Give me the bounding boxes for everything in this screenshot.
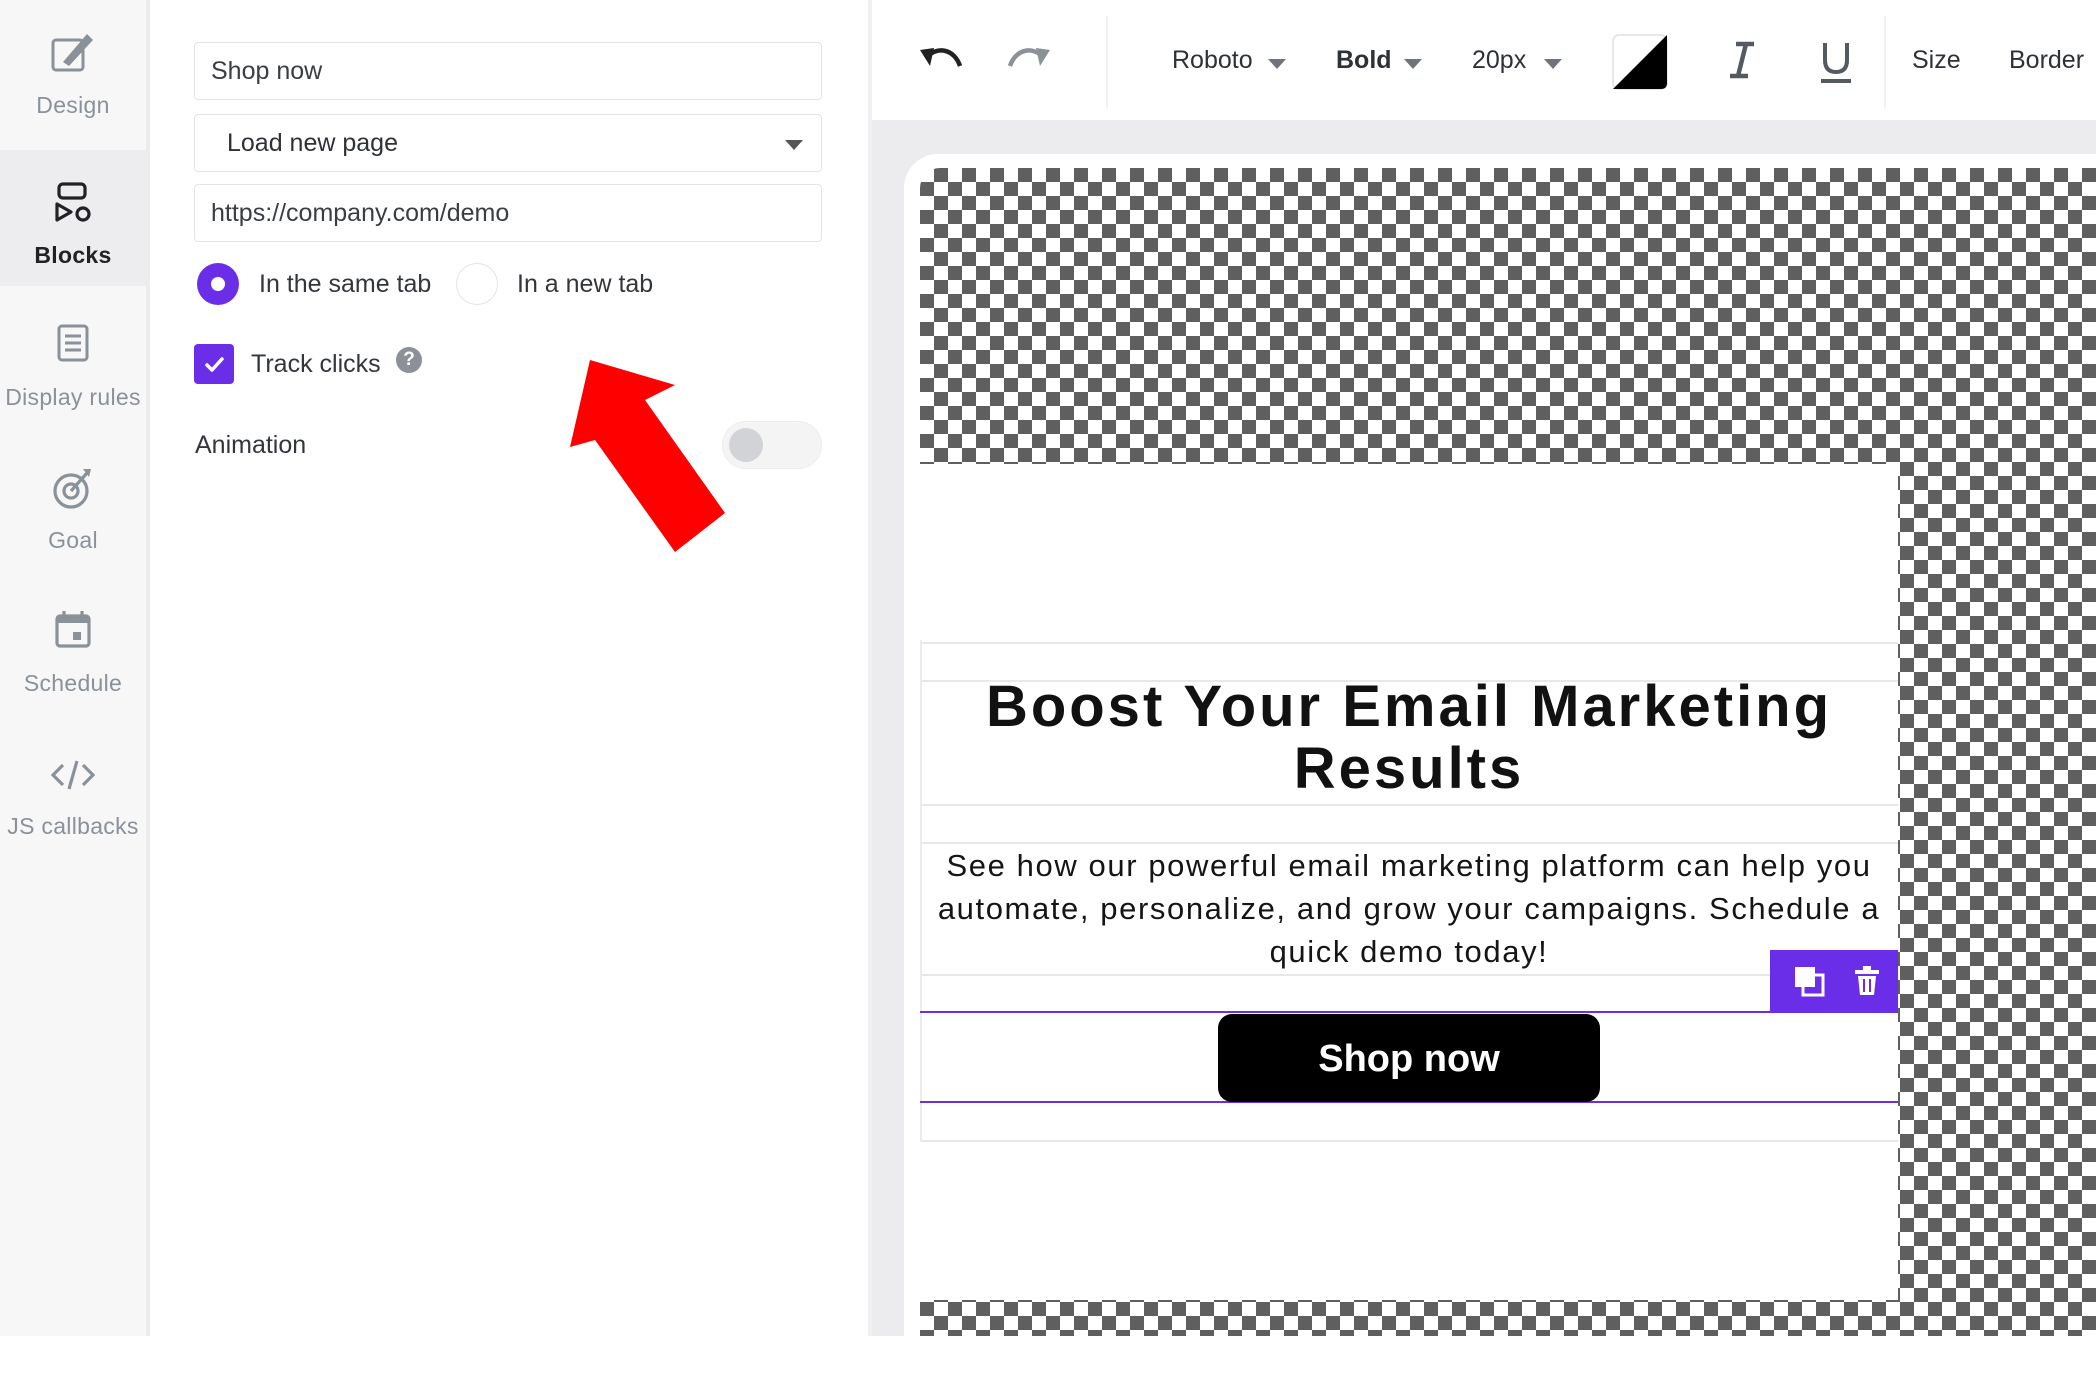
sidebar-item-label: Display rules [5, 384, 141, 410]
chevron-down-icon [1268, 59, 1286, 69]
goal-icon [53, 469, 91, 509]
sidebar-item-label: Schedule [23, 670, 123, 696]
radio-same-tab-label: In the same tab [259, 270, 432, 298]
checkmark-icon [205, 357, 224, 372]
design-icon [51, 34, 93, 72]
help-icon[interactable]: ? [396, 347, 422, 373]
font-size-select[interactable]: 20px [1472, 46, 1526, 75]
schedule-icon [55, 611, 91, 648]
toolbar-separator [1106, 16, 1108, 108]
annotation-arrow-icon [570, 360, 725, 552]
block-divider [920, 1140, 1898, 1142]
chevron-down-icon [785, 140, 803, 150]
radio-same-tab[interactable] [197, 263, 239, 305]
text-color-icon[interactable] [1612, 34, 1668, 90]
selection-outline-top [920, 1011, 1898, 1013]
popup-headline[interactable]: Boost Your Email Marketing Results [920, 676, 1898, 800]
track-clicks-label: Track clicks [251, 350, 381, 378]
toolbar-separator [1884, 16, 1886, 108]
sidebar-item-js-callbacks[interactable]: JS callbacks [0, 721, 146, 857]
popup-body-text[interactable]: See how our powerful email marketing pla… [930, 844, 1888, 973]
size-menu[interactable]: Size [1912, 46, 1961, 75]
sidebar-item-label: Blocks [34, 242, 112, 268]
font-family-select[interactable]: Roboto [1172, 46, 1253, 75]
sidebar-divider [146, 0, 150, 1336]
sidebar-item-schedule[interactable]: Schedule [0, 578, 146, 714]
redo-icon[interactable] [1006, 44, 1052, 74]
sidebar-item-label: Goal [48, 527, 98, 553]
sidebar-item-design[interactable]: Design [0, 0, 146, 136]
radio-new-tab[interactable] [456, 263, 498, 305]
code-icon [50, 760, 96, 790]
chevron-down-icon [1544, 59, 1562, 69]
click-action-value: Load new page [227, 129, 398, 157]
url-input[interactable]: https://company.com/demo [194, 184, 822, 242]
track-clicks-checkbox[interactable] [194, 344, 234, 384]
chevron-down-icon [1404, 59, 1422, 69]
left-sidebar: Design Blocks Display rules Goal Schedul… [0, 0, 146, 1336]
shop-now-button[interactable]: Shop now [1218, 1014, 1600, 1102]
display-rules-icon [57, 324, 89, 362]
sidebar-item-label: Design [36, 92, 110, 118]
click-action-select[interactable]: Load new page [194, 114, 822, 172]
border-menu[interactable]: Border [2009, 46, 2084, 75]
radio-new-tab-label: In a new tab [517, 270, 654, 298]
duplicate-icon[interactable] [1792, 964, 1826, 998]
font-weight-select[interactable]: Bold [1336, 46, 1392, 75]
underline-icon[interactable] [1818, 40, 1854, 84]
blocks-icon [55, 182, 91, 222]
button-text-input[interactable]: Shop now [194, 42, 822, 100]
trash-icon[interactable] [1850, 964, 1884, 998]
block-divider [920, 974, 1898, 976]
sidebar-item-display-rules[interactable]: Display rules [0, 292, 146, 428]
italic-icon[interactable] [1724, 40, 1760, 80]
undo-icon[interactable] [918, 44, 964, 74]
block-divider [920, 642, 1898, 644]
sidebar-item-blocks[interactable]: Blocks [0, 150, 146, 286]
block-divider [920, 804, 1898, 806]
sidebar-item-goal[interactable]: Goal [0, 435, 146, 571]
text-toolbar: Roboto Bold 20px Size Border [872, 0, 2096, 120]
block-toolbar [1770, 950, 1898, 1012]
animation-label: Animation [195, 431, 307, 459]
sidebar-item-label: JS callbacks [7, 813, 139, 839]
